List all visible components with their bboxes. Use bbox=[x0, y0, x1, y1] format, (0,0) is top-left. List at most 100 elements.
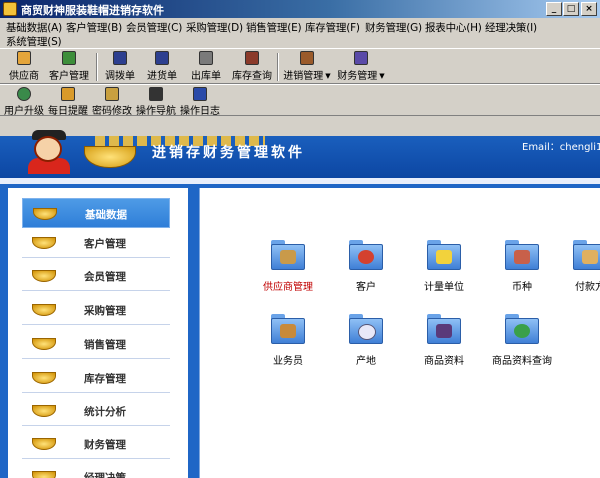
log-icon bbox=[193, 87, 207, 101]
sales-dropdown-button[interactable]: 进销管理 ▼ bbox=[282, 51, 332, 82]
sidebar-item-sales[interactable]: 销售管理 bbox=[22, 329, 170, 359]
ingot-icon bbox=[32, 438, 56, 450]
reminder-icon bbox=[61, 87, 75, 101]
menu-customer[interactable]: 客户管理(B) bbox=[66, 20, 122, 35]
module-payer[interactable]: 付款方 bbox=[550, 238, 600, 293]
unit-folder-icon bbox=[425, 238, 463, 272]
ingot-icon bbox=[32, 304, 56, 316]
log-label: 操作日志 bbox=[180, 106, 220, 117]
module-label: 商品资料查询 bbox=[492, 356, 552, 367]
upgrade-label: 用户升级 bbox=[4, 106, 44, 117]
sidebar-item-member[interactable]: 会员管理 bbox=[22, 261, 170, 291]
guide-icon bbox=[149, 87, 163, 101]
sidebar-panel: 基础数据 客户管理 会员管理 采购管理 销售管理 库存管理 统计分析 财务管理 bbox=[8, 188, 188, 478]
outbound-icon bbox=[199, 51, 213, 65]
title-bar: 商贸财神服装鞋帽进销存软件 _ □ × bbox=[0, 0, 600, 18]
menu-sales[interactable]: 销售管理(E) bbox=[246, 20, 302, 35]
stock-query-icon bbox=[245, 51, 259, 65]
supplier-book-icon bbox=[269, 238, 307, 272]
banner-slogan: 进销存财务管理软件 bbox=[152, 145, 305, 161]
module-label: 计量单位 bbox=[424, 282, 464, 293]
ingot-icon bbox=[32, 471, 56, 478]
menu-manager[interactable]: 经理决策(I) bbox=[485, 20, 537, 35]
toolbar-separator bbox=[96, 53, 98, 81]
mascot-logo bbox=[28, 128, 70, 174]
reminder-label: 每日提醒 bbox=[48, 106, 88, 117]
purchase-order-button[interactable]: 进货单 bbox=[146, 51, 178, 82]
daily-reminder-button[interactable]: 每日提醒 bbox=[48, 87, 88, 117]
ingot-icon bbox=[33, 208, 57, 220]
main-toolbar: 供应商 客户管理 调拨单 进货单 出库单 库存查询 进销管理 ▼ 财务管理 ▼ bbox=[0, 48, 600, 84]
supplier-icon bbox=[17, 51, 31, 65]
menu-system[interactable]: 系统管理(S) bbox=[6, 34, 62, 49]
currency-edit-icon bbox=[503, 238, 541, 272]
sidebar-item-label: 销售管理 bbox=[84, 339, 126, 351]
module-label: 商品资料 bbox=[424, 356, 464, 367]
toolbar-separator bbox=[277, 53, 279, 81]
operation-guide-button[interactable]: 操作导航 bbox=[136, 87, 176, 117]
sidebar-item-finance[interactable]: 财务管理 bbox=[22, 429, 170, 459]
password-icon bbox=[105, 87, 119, 101]
menu-purchase[interactable]: 采购管理(D) bbox=[186, 20, 243, 35]
menu-inventory[interactable]: 库存管理(F) bbox=[305, 20, 360, 35]
module-unit[interactable]: 计量单位 bbox=[404, 238, 484, 293]
salesperson-box-icon bbox=[269, 312, 307, 346]
minimize-button[interactable]: _ bbox=[546, 2, 562, 16]
ingot-icon bbox=[32, 237, 56, 249]
stock-query-label: 库存查询 bbox=[232, 71, 272, 82]
module-product[interactable]: 商品资料 bbox=[404, 312, 484, 367]
purchase-label: 进货单 bbox=[147, 71, 177, 82]
sidebar-item-label: 采购管理 bbox=[84, 305, 126, 317]
module-customer[interactable]: 客户 bbox=[326, 238, 406, 293]
sidebar-item-purchase[interactable]: 采购管理 bbox=[22, 295, 170, 325]
ingot-icon bbox=[32, 338, 56, 350]
module-label: 付款方 bbox=[575, 282, 600, 293]
module-label: 客户 bbox=[356, 282, 376, 293]
product-film-icon bbox=[425, 312, 463, 346]
module-origin[interactable]: 产地 bbox=[326, 312, 406, 367]
module-label: 供应商管理 bbox=[263, 282, 313, 293]
sidebar-item-manager[interactable]: 经理决策 bbox=[22, 462, 170, 478]
module-label: 产地 bbox=[356, 356, 376, 367]
module-panel: 供应商管理 客户 计量单位 币种 付款方 业务员 产地 商品资料 bbox=[199, 188, 600, 478]
sidebar-item-label: 基础数据 bbox=[85, 209, 127, 221]
finance-icon bbox=[354, 51, 368, 65]
menu-finance[interactable]: 财务管理(G) bbox=[365, 20, 422, 35]
transfer-icon bbox=[113, 51, 127, 65]
outbound-label: 出库单 bbox=[191, 71, 221, 82]
finance-label: 财务管理 bbox=[337, 71, 378, 82]
module-salesperson[interactable]: 业务员 bbox=[248, 312, 328, 367]
content-frame: 供应商管理 客户 计量单位 币种 付款方 业务员 产地 商品资料 bbox=[197, 184, 600, 478]
guide-label: 操作导航 bbox=[136, 106, 176, 117]
operation-log-button[interactable]: 操作日志 bbox=[180, 87, 220, 117]
upgrade-button[interactable]: 用户升级 bbox=[4, 87, 44, 117]
module-label: 业务员 bbox=[273, 356, 303, 367]
payer-folder-icon bbox=[571, 238, 600, 272]
outbound-button[interactable]: 出库单 bbox=[190, 51, 222, 82]
customer-label: 客户管理 bbox=[49, 71, 89, 82]
sidebar: 基础数据 客户管理 会员管理 采购管理 销售管理 库存管理 统计分析 财务管理 bbox=[0, 184, 197, 478]
finance-dropdown-button[interactable]: 财务管理 ▼ bbox=[336, 51, 386, 82]
stock-query-button[interactable]: 库存查询 bbox=[231, 51, 273, 82]
close-button[interactable]: × bbox=[581, 2, 597, 16]
sidebar-item-basic-data[interactable]: 基础数据 bbox=[22, 198, 170, 228]
chevron-down-icon: ▼ bbox=[325, 72, 331, 80]
customer-button[interactable]: 客户管理 bbox=[48, 51, 90, 82]
menu-reports[interactable]: 报表中心(H) bbox=[425, 20, 482, 35]
module-supplier[interactable]: 供应商管理 bbox=[248, 238, 328, 293]
change-password-button[interactable]: 密码修改 bbox=[92, 87, 132, 117]
upgrade-icon bbox=[17, 87, 31, 101]
sidebar-item-customer[interactable]: 客户管理 bbox=[22, 228, 170, 258]
password-label: 密码修改 bbox=[92, 106, 132, 117]
transfer-button[interactable]: 调拨单 bbox=[104, 51, 136, 82]
sidebar-item-statistics[interactable]: 统计分析 bbox=[22, 396, 170, 426]
supplier-button[interactable]: 供应商 bbox=[8, 51, 40, 82]
transfer-label: 调拨单 bbox=[105, 71, 135, 82]
maximize-button[interactable]: □ bbox=[563, 2, 579, 16]
menu-member[interactable]: 会员管理(C) bbox=[126, 20, 182, 35]
sidebar-item-inventory[interactable]: 库存管理 bbox=[22, 363, 170, 393]
sidebar-item-label: 经理决策 bbox=[84, 472, 126, 478]
menu-basic-data[interactable]: 基础数据(A) bbox=[6, 20, 62, 35]
module-product-query[interactable]: 商品资料查询 bbox=[482, 312, 562, 367]
banner-email: Email：chengli1638 bbox=[522, 142, 600, 153]
